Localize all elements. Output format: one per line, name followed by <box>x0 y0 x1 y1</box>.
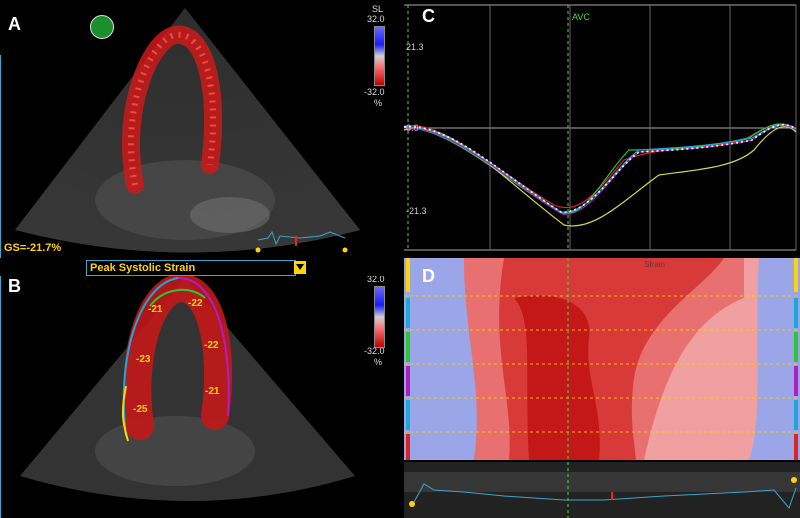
panel-label-b: B <box>8 276 21 296</box>
scale-max-a: 32.0 <box>367 14 385 24</box>
segment-value-6: -21 <box>205 386 220 397</box>
strain-color-map <box>404 258 800 460</box>
panel-a-echo: A SL 32.0 -32.0 % GS=-21.7% <box>0 0 400 258</box>
segment-value-5: -25 <box>133 404 148 415</box>
panel-label-a: A <box>8 14 21 34</box>
global-strain-value: GS=-21.7% <box>4 242 62 254</box>
scale-unit-a: % <box>374 98 383 108</box>
panel-label-c: C <box>422 6 435 26</box>
scale-unit-b: % <box>374 357 383 367</box>
echo-image-a <box>0 8 360 258</box>
scale-min-a: -32.0 <box>364 87 385 97</box>
segment-value-4: -22 <box>204 340 219 351</box>
scale-name-a: SL <box>372 4 384 14</box>
measurement-select-value: Peak Systolic Strain <box>90 262 196 274</box>
panel-b-echo: B -21 -22 -23 -22 -25 -21 32.0 -32.0 % <box>0 276 400 518</box>
scale-min-b: -32.0 <box>364 346 385 356</box>
echo-image-b <box>0 276 355 518</box>
orientation-icon <box>90 15 114 39</box>
mmode-ecg-image <box>404 462 800 518</box>
y-bottom-label: -21.3 <box>406 206 427 216</box>
measurement-select[interactable]: Peak Systolic Strain <box>86 260 296 276</box>
panel-d-strain-map: D Strain <box>404 258 800 460</box>
ecg-strip <box>404 462 800 518</box>
strain-map-title: Strain <box>644 260 665 269</box>
segment-value-2: -22 <box>188 298 203 309</box>
scale-max-b: 32.0 <box>367 276 385 284</box>
segment-value-3: -23 <box>136 354 151 365</box>
segment-value-1: -21 <box>148 304 163 315</box>
color-scale-bar-b <box>374 286 385 348</box>
panel-label-d: D <box>422 266 435 286</box>
panel-c-strain-curves: C AVC 21.3 0.0 -21.3 <box>404 0 800 258</box>
color-scale-bar-a <box>374 26 385 86</box>
strain-curves-plot <box>404 0 800 258</box>
panel-divider <box>400 0 404 518</box>
y-top-label: 21.3 <box>406 42 424 52</box>
chevron-down-icon[interactable] <box>294 261 306 274</box>
y-zero-label: 0.0 <box>406 123 419 133</box>
avc-marker: AVC <box>572 12 590 22</box>
